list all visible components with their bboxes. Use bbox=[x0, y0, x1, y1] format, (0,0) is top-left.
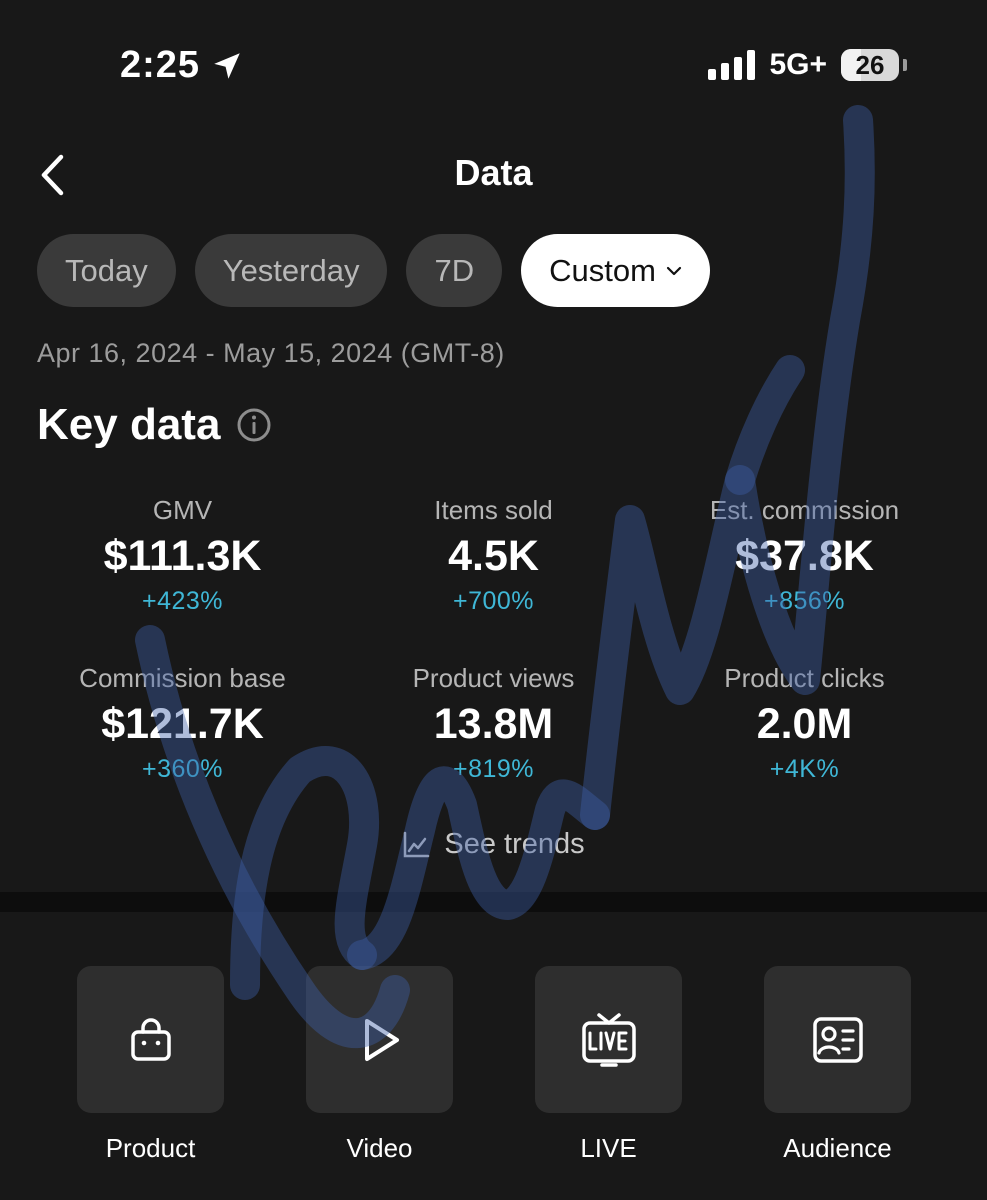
metric-change: +423% bbox=[141, 587, 224, 615]
metric-value: $37.8K bbox=[735, 532, 874, 580]
key-metrics-grid: GMV $111.3K +423% Items sold 4.5K +700% … bbox=[27, 492, 960, 828]
metric-value: 4.5K bbox=[448, 532, 539, 580]
metric-label: GMV bbox=[152, 495, 213, 525]
chevron-down-icon bbox=[666, 266, 682, 275]
tile-box bbox=[764, 966, 911, 1113]
metric-value: 2.0M bbox=[756, 700, 853, 748]
metric-label: Items sold bbox=[434, 495, 553, 525]
category-tiles: Product Video LIVE Audience bbox=[77, 966, 911, 1164]
chip-yesterday[interactable]: Yesterday bbox=[194, 234, 388, 307]
metric-est-commission[interactable]: Est. commission $37.8K +856% bbox=[649, 492, 960, 660]
metric-label: Commission base bbox=[79, 663, 286, 693]
chip-custom-label: Custom bbox=[549, 252, 656, 288]
line-chart-icon bbox=[404, 831, 430, 857]
tile-box bbox=[77, 966, 224, 1113]
section-divider bbox=[0, 892, 987, 912]
play-icon bbox=[364, 1018, 399, 1061]
metric-label: Product views bbox=[412, 663, 575, 693]
cellular-signal-icon bbox=[708, 50, 756, 80]
tile-label: Video bbox=[346, 1133, 413, 1163]
metric-value: 13.8M bbox=[433, 700, 554, 748]
info-icon[interactable] bbox=[236, 407, 272, 443]
metric-value: $111.3K bbox=[103, 532, 262, 580]
screen: 2:25 5G+ 26 Data Today Yesterday 7D Cust… bbox=[0, 0, 987, 1200]
tile-label: Audience bbox=[783, 1133, 892, 1163]
status-time-text: 2:25 bbox=[120, 44, 201, 86]
location-arrow-icon bbox=[214, 52, 240, 79]
metric-product-views[interactable]: Product views 13.8M +819% bbox=[338, 660, 649, 828]
tile-product[interactable]: Product bbox=[77, 966, 224, 1164]
date-range: Apr 16, 2024 - May 15, 2024 (GMT-8) bbox=[37, 338, 505, 368]
chip-7d[interactable]: 7D bbox=[406, 234, 503, 307]
tile-label: Product bbox=[105, 1133, 196, 1163]
metric-change: +4K% bbox=[769, 755, 840, 783]
metric-change: +360% bbox=[141, 755, 224, 783]
chip-custom[interactable]: Custom bbox=[521, 234, 710, 307]
network-type: 5G+ bbox=[769, 48, 827, 81]
metric-items-sold[interactable]: Items sold 4.5K +700% bbox=[338, 492, 649, 660]
metric-change: +856% bbox=[763, 587, 846, 615]
id-card-icon bbox=[812, 1016, 863, 1063]
metric-change: +700% bbox=[452, 587, 535, 615]
metric-label: Product clicks bbox=[724, 663, 885, 693]
see-trends-label: See trends bbox=[444, 828, 585, 860]
tile-video[interactable]: Video bbox=[306, 966, 453, 1164]
key-data-title-text: Key data bbox=[37, 400, 221, 449]
metric-value: $121.7K bbox=[101, 700, 264, 748]
metric-commission-base[interactable]: Commission base $121.7K +360% bbox=[27, 660, 338, 828]
metric-gmv[interactable]: GMV $111.3K +423% bbox=[27, 492, 338, 660]
tile-label: LIVE bbox=[580, 1133, 637, 1163]
live-tv-icon bbox=[581, 1012, 636, 1067]
tile-live[interactable]: LIVE bbox=[535, 966, 682, 1164]
shopping-bag-icon bbox=[130, 1017, 171, 1061]
tile-box bbox=[535, 966, 682, 1113]
metric-label: Est. commission bbox=[709, 495, 900, 525]
metric-product-clicks[interactable]: Product clicks 2.0M +4K% bbox=[649, 660, 960, 828]
status-time: 2:25 bbox=[120, 44, 244, 87]
page-title: Data bbox=[454, 152, 533, 193]
battery-icon: 26 bbox=[841, 49, 899, 81]
tile-audience[interactable]: Audience bbox=[764, 966, 911, 1164]
status-indicators: 5G+ 26 bbox=[708, 48, 907, 82]
chip-today[interactable]: Today bbox=[37, 234, 176, 307]
metric-change: +819% bbox=[452, 755, 535, 783]
key-data-title: Key data bbox=[37, 400, 272, 450]
battery-tip bbox=[903, 59, 907, 71]
see-trends-button[interactable]: See trends bbox=[0, 828, 987, 861]
battery-level: 26 bbox=[855, 49, 885, 80]
tile-box bbox=[306, 966, 453, 1113]
date-filter-chips: Today Yesterday 7D Custom bbox=[37, 234, 710, 307]
